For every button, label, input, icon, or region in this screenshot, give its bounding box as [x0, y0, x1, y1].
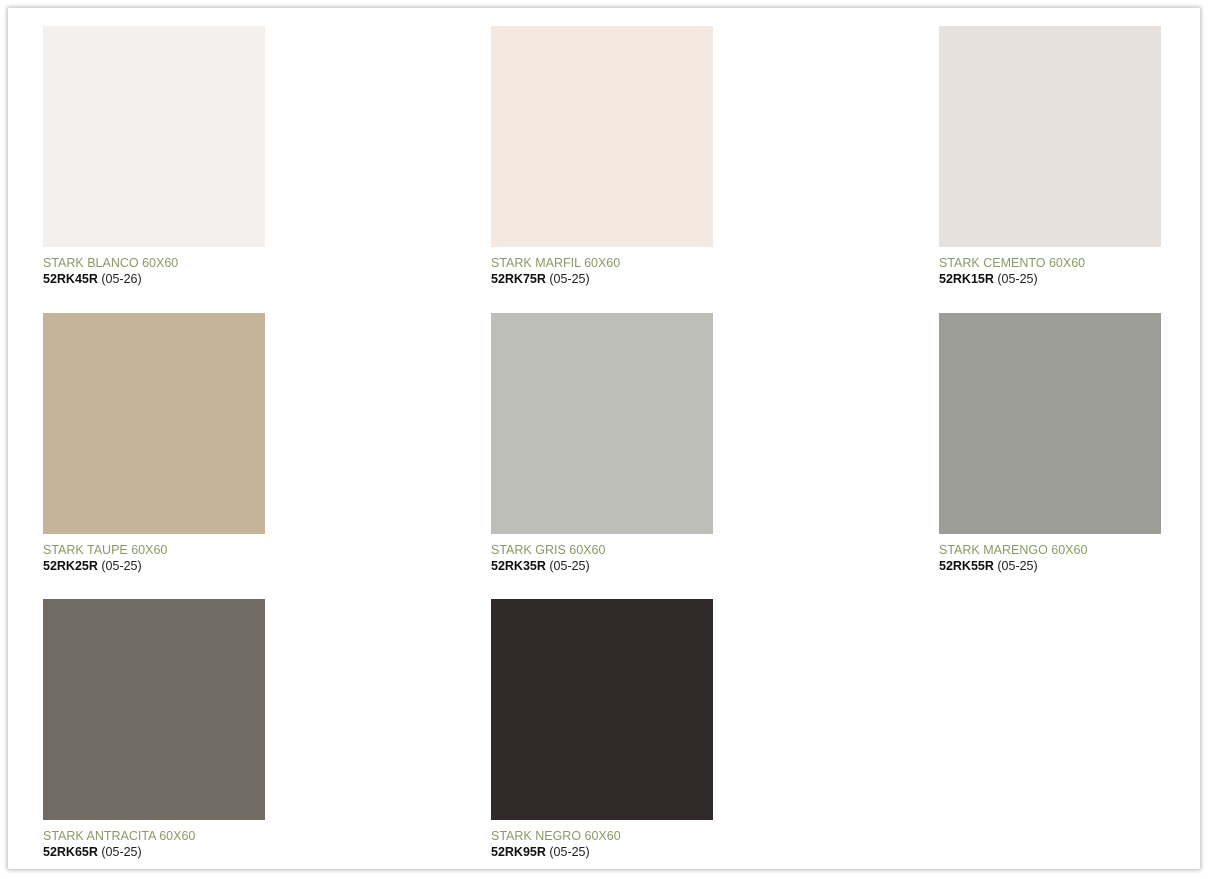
tile-code: 52RK65R	[43, 845, 98, 859]
tile-calibre: (05-25)	[549, 272, 590, 286]
tile-code: 52RK55R	[939, 559, 994, 573]
tile-item-taupe[interactable]: STARK TAUPE 60X60 52RK25R (05-25)	[43, 313, 265, 575]
tile-swatch[interactable]	[491, 26, 713, 247]
tile-name[interactable]: STARK MARFIL 60X60	[491, 255, 713, 271]
tile-code: 52RK25R	[43, 559, 98, 573]
tile-swatch[interactable]	[491, 599, 713, 820]
tile-name[interactable]: STARK ANTRACITA 60X60	[43, 828, 265, 844]
tile-name[interactable]: STARK BLANCO 60X60	[43, 255, 265, 271]
tile-calibre: (05-26)	[101, 272, 142, 286]
tile-swatch[interactable]	[491, 313, 713, 534]
tile-item-antracita[interactable]: STARK ANTRACITA 60X60 52RK65R (05-25)	[43, 599, 265, 861]
tile-code-line: 52RK25R (05-25)	[43, 558, 265, 575]
tile-name[interactable]: STARK CEMENTO 60X60	[939, 255, 1161, 271]
tile-item-negro[interactable]: STARK NEGRO 60X60 52RK95R (05-25)	[491, 599, 713, 861]
tile-catalog-panel: STARK BLANCO 60X60 52RK45R (05-26) STARK…	[8, 8, 1200, 869]
tile-item-marfil[interactable]: STARK MARFIL 60X60 52RK75R (05-25)	[491, 26, 713, 288]
tile-code: 52RK75R	[491, 272, 546, 286]
tile-swatch[interactable]	[43, 599, 265, 820]
tile-calibre: (05-25)	[997, 559, 1038, 573]
tile-code-line: 52RK35R (05-25)	[491, 558, 713, 575]
tile-code-line: 52RK45R (05-26)	[43, 271, 265, 288]
tile-calibre: (05-25)	[101, 845, 142, 859]
tile-calibre: (05-25)	[549, 559, 590, 573]
tile-code: 52RK35R	[491, 559, 546, 573]
tile-swatch[interactable]	[43, 26, 265, 247]
tile-name[interactable]: STARK GRIS 60X60	[491, 542, 713, 558]
tile-grid: STARK BLANCO 60X60 52RK45R (05-26) STARK…	[8, 8, 1200, 869]
tile-code: 52RK95R	[491, 845, 546, 859]
tile-code: 52RK45R	[43, 272, 98, 286]
tile-code-line: 52RK15R (05-25)	[939, 271, 1161, 288]
tile-swatch[interactable]	[939, 313, 1161, 534]
tile-name[interactable]: STARK TAUPE 60X60	[43, 542, 265, 558]
tile-name[interactable]: STARK NEGRO 60X60	[491, 828, 713, 844]
tile-calibre: (05-25)	[997, 272, 1038, 286]
tile-code-line: 52RK95R (05-25)	[491, 844, 713, 861]
tile-swatch[interactable]	[43, 313, 265, 534]
tile-item-blanco[interactable]: STARK BLANCO 60X60 52RK45R (05-26)	[43, 26, 265, 288]
tile-code: 52RK15R	[939, 272, 994, 286]
tile-code-line: 52RK55R (05-25)	[939, 558, 1161, 575]
tile-name[interactable]: STARK MARENGO 60X60	[939, 542, 1161, 558]
tile-item-gris[interactable]: STARK GRIS 60X60 52RK35R (05-25)	[491, 313, 713, 575]
tile-item-marengo[interactable]: STARK MARENGO 60X60 52RK55R (05-25)	[939, 313, 1161, 575]
tile-swatch[interactable]	[939, 26, 1161, 247]
tile-calibre: (05-25)	[101, 559, 142, 573]
tile-code-line: 52RK75R (05-25)	[491, 271, 713, 288]
tile-calibre: (05-25)	[549, 845, 590, 859]
tile-item-cemento[interactable]: STARK CEMENTO 60X60 52RK15R (05-25)	[939, 26, 1161, 288]
tile-code-line: 52RK65R (05-25)	[43, 844, 265, 861]
